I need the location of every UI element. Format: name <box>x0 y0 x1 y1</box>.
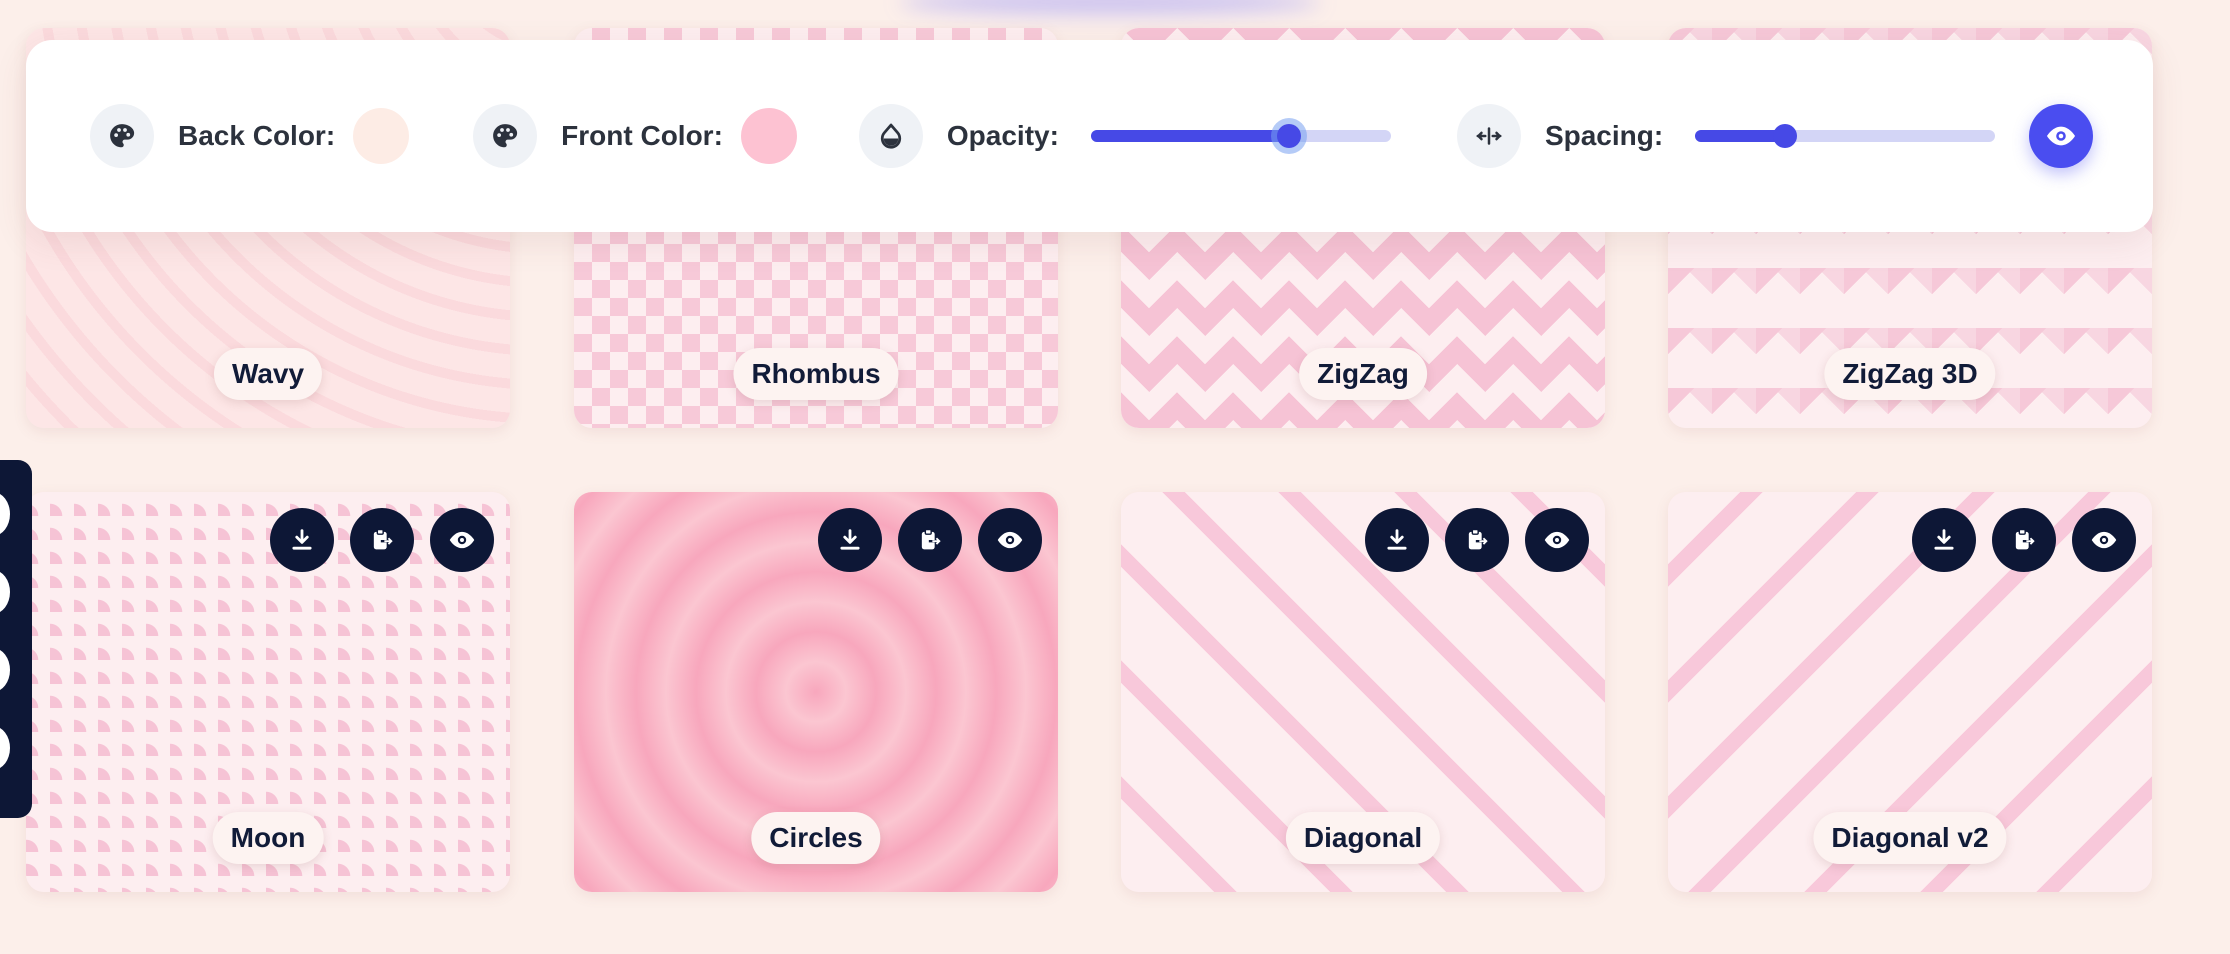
pattern-card-diagonal[interactable]: Diagonal <box>1121 492 1605 892</box>
palette-icon <box>90 104 154 168</box>
preview-button[interactable] <box>1525 508 1589 572</box>
front-color-control: Front Color: <box>473 104 797 168</box>
dock-button[interactable] <box>0 492 10 536</box>
pattern-settings-toolbar: Back Color: Front Color: Opacity: Spacin… <box>26 40 2153 232</box>
page: Wavy Rhombus ZigZag ZigZag 3D Moon Circl… <box>0 0 2230 954</box>
droplet-icon <box>858 104 923 168</box>
copy-css-button[interactable] <box>1445 508 1509 572</box>
download-icon <box>1934 529 1954 550</box>
eye-icon <box>2047 126 2075 146</box>
download-button[interactable] <box>270 508 334 572</box>
top-glow <box>900 0 1320 14</box>
card-actions <box>270 508 494 572</box>
back-color-swatch[interactable] <box>353 108 410 164</box>
download-icon <box>1387 529 1407 550</box>
spacing-slider-fill <box>1695 130 1786 142</box>
pattern-card-circles[interactable]: Circles <box>574 492 1058 892</box>
clipboard-copy-icon <box>2015 528 2035 550</box>
arrows-horizontal-icon <box>1456 104 1521 168</box>
preview-button[interactable] <box>430 508 494 572</box>
card-label: Wavy <box>213 348 323 400</box>
eye-icon <box>997 531 1023 549</box>
spacing-control: Spacing: <box>1456 104 1996 168</box>
clipboard-copy-icon <box>373 528 393 550</box>
pattern-card-diagonal-v2[interactable]: Diagonal v2 <box>1668 492 2152 892</box>
eye-icon <box>449 531 475 549</box>
dock-button[interactable] <box>0 726 10 770</box>
back-color-label: Back Color: <box>178 120 336 151</box>
dock-button[interactable] <box>0 648 10 692</box>
download-button[interactable] <box>818 508 882 572</box>
opacity-slider-fill <box>1090 130 1289 142</box>
side-dock <box>0 460 32 818</box>
clipboard-copy-icon <box>921 528 941 550</box>
download-icon <box>292 529 312 550</box>
preview-toggle-button[interactable] <box>2029 104 2093 168</box>
preview-button[interactable] <box>2072 508 2136 572</box>
eye-icon <box>2091 531 2117 549</box>
card-label: Moon <box>212 812 324 864</box>
opacity-slider-thumb[interactable] <box>1276 124 1301 148</box>
opacity-slider[interactable] <box>1090 124 1391 148</box>
card-label: ZigZag 3D <box>1824 348 1996 400</box>
clipboard-copy-icon <box>1468 528 1488 550</box>
copy-css-button[interactable] <box>898 508 962 572</box>
pattern-card-moon[interactable]: Moon <box>26 492 510 892</box>
card-label: Rhombus <box>733 348 899 400</box>
preview-button[interactable] <box>978 508 1042 572</box>
spacing-label: Spacing: <box>1544 120 1664 151</box>
eye-icon <box>1544 531 1570 549</box>
card-label: ZigZag <box>1299 348 1427 400</box>
front-color-swatch[interactable] <box>740 108 797 164</box>
download-icon <box>840 529 860 550</box>
front-color-label: Front Color: <box>561 120 723 151</box>
back-color-control: Back Color: <box>90 104 410 168</box>
card-label: Diagonal <box>1285 812 1441 864</box>
spacing-slider[interactable] <box>1695 124 1996 148</box>
copy-css-button[interactable] <box>350 508 414 572</box>
download-button[interactable] <box>1365 508 1429 572</box>
spacing-slider-thumb[interactable] <box>1773 124 1798 148</box>
copy-css-button[interactable] <box>1992 508 2056 572</box>
opacity-label: Opacity: <box>946 120 1059 151</box>
palette-icon <box>473 104 538 168</box>
card-label: Diagonal v2 <box>1813 812 2007 864</box>
opacity-control: Opacity: <box>858 104 1391 168</box>
download-button[interactable] <box>1912 508 1976 572</box>
card-actions <box>1365 508 1589 572</box>
dock-button[interactable] <box>0 570 10 614</box>
card-label: Circles <box>751 812 881 864</box>
card-actions <box>1912 508 2136 572</box>
card-actions <box>818 508 1042 572</box>
